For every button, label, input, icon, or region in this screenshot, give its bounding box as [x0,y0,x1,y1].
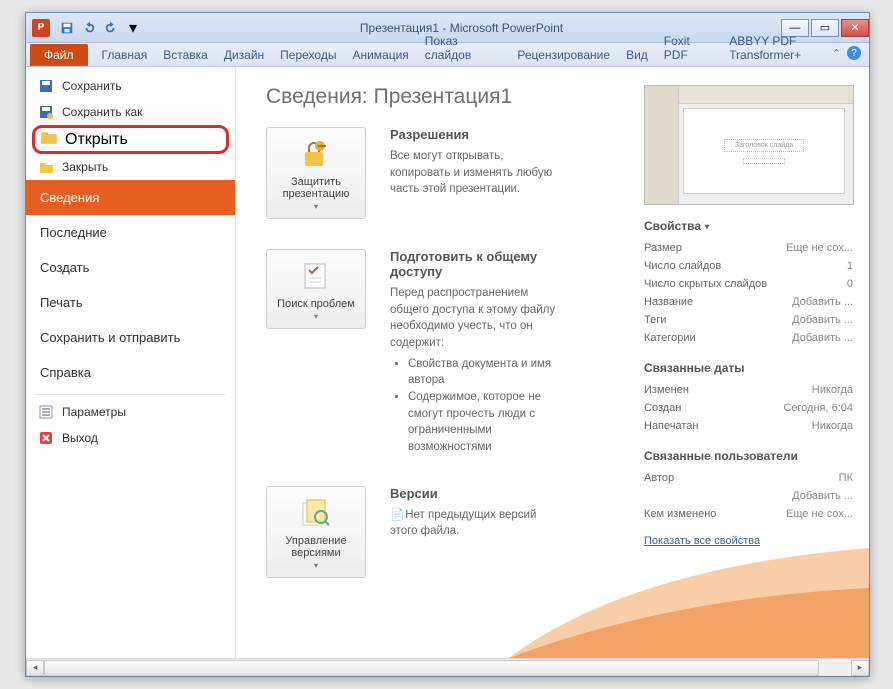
properties-pane: Заголовок слайда Свойства ▾ РазмерЕще не… [634,85,859,648]
qat-redo[interactable] [101,18,121,38]
property-row[interactable]: ТегиДобавить ... [644,311,853,329]
divider [36,394,225,395]
qat-undo[interactable] [79,18,99,38]
save-icon [38,78,54,94]
exit-icon [38,430,54,446]
nav-exit[interactable]: Выход [26,425,235,451]
tab-design[interactable]: Дизайн [216,44,272,66]
saveas-icon [38,104,54,120]
lock-icon [271,136,361,172]
prepare-item-2: Содержимое, которое не смогут прочесть л… [408,389,570,456]
scroll-thumb[interactable] [44,660,819,676]
property-row[interactable]: Число слайдов1 [644,257,853,275]
nav-savesend[interactable]: Сохранить и отправить [26,320,235,355]
property-row[interactable]: Число скрытых слайдов0 [644,275,853,293]
inspect-icon [271,258,361,294]
people-row[interactable]: АвторПК [644,469,853,487]
people-row[interactable]: Добавить ... [644,487,853,505]
tab-review[interactable]: Рецензирование [509,44,618,66]
people-header: Связанные пользователи [644,449,853,463]
property-row[interactable]: КатегорииДобавить ... [644,329,853,347]
permissions-text: Все могут открывать, копировать и изменя… [390,148,560,198]
nav-help[interactable]: Справка [26,355,235,390]
qat-customize[interactable]: ▾ [123,18,143,38]
horizontal-scrollbar[interactable]: ◂ ▸ [26,658,869,676]
dates-header: Связанные даты [644,361,853,375]
backstage-content: Сведения: Презентация1 Защитить презента… [236,67,869,658]
close-folder-icon [38,159,54,175]
tab-view[interactable]: Вид [618,44,656,66]
backstage: Сохранить Сохранить как Открыть Закрыть … [26,67,869,658]
prepare-item-1: Свойства документа и имя автора [408,356,570,389]
show-all-properties-link[interactable]: Показать все свойства [644,535,760,547]
tab-transitions[interactable]: Переходы [272,44,344,66]
nav-close[interactable]: Закрыть [26,154,235,180]
permissions-heading: Разрешения [390,127,560,142]
file-tab[interactable]: Файл [30,44,88,66]
property-row[interactable]: НазваниеДобавить ... [644,293,853,311]
people-row[interactable]: Кем измененоЕще не сох... [644,505,853,523]
properties-header[interactable]: Свойства ▾ [644,219,853,233]
app-icon: P [32,19,50,37]
nav-print[interactable]: Печать [26,285,235,320]
nav-new[interactable]: Создать [26,250,235,285]
nav-options[interactable]: Параметры [26,399,235,425]
qat-save[interactable] [57,18,77,38]
date-row[interactable]: ИзмененНикогда [644,381,853,399]
scroll-right-button[interactable]: ▸ [851,660,869,676]
tab-home[interactable]: Главная [94,44,156,66]
backstage-nav: Сохранить Сохранить как Открыть Закрыть … [26,67,236,658]
versions-heading: Версии [390,486,560,501]
protect-presentation-button[interactable]: Защитить презентацию▾ [266,127,366,219]
manage-versions-button[interactable]: Управление версиями▾ [266,486,366,578]
ribbon-tabs: Файл Главная Вставка Дизайн Переходы Ани… [26,43,869,67]
help-icon[interactable]: ? [847,46,861,60]
scroll-left-button[interactable]: ◂ [26,660,44,676]
check-issues-button[interactable]: Поиск проблем▾ [266,249,366,329]
page-title: Сведения: Презентация1 [266,85,634,109]
date-row[interactable]: СозданСегодня, 6:04 [644,399,853,417]
tab-foxit[interactable]: Foxit PDF [656,30,721,66]
versions-text: 📄 Нет предыдущих версий этого файла. [390,507,560,540]
ribbon-minimize-icon[interactable]: ⌃ [832,47,841,60]
tab-animations[interactable]: Анимация [344,44,416,66]
prepare-text: Перед распространением общего доступа к … [390,285,570,352]
options-icon [38,404,54,420]
app-window: P ▾ Презентация1 - Microsoft PowerPoint … [25,12,870,677]
nav-recent[interactable]: Последние [26,215,235,250]
property-row[interactable]: РазмерЕще не сох... [644,239,853,257]
prepare-heading: Подготовить к общему доступу [390,249,570,279]
slide-thumbnail[interactable]: Заголовок слайда [644,85,854,205]
date-row[interactable]: НапечатанНикогда [644,417,853,435]
nav-save[interactable]: Сохранить [26,73,235,99]
open-folder-icon [41,130,57,149]
thumb-sub-placeholder [743,158,785,164]
nav-info[interactable]: Сведения [26,180,235,215]
tab-slideshow[interactable]: Показ слайдов [417,30,510,66]
nav-saveas[interactable]: Сохранить как [26,99,235,125]
tab-insert[interactable]: Вставка [155,44,216,66]
thumb-title-placeholder: Заголовок слайда [724,139,804,152]
nav-open-highlighted[interactable]: Открыть [32,125,229,154]
versions-icon [271,495,361,531]
